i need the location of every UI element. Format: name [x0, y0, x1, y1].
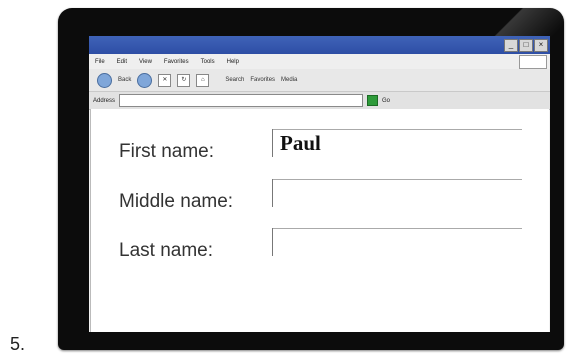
middle-name-field[interactable]	[272, 179, 522, 207]
back-arrow-icon[interactable]	[97, 72, 112, 88]
browser-window: _ □ × File Edit View Favorites Tools Hel…	[89, 36, 550, 332]
first-name-label: First name:	[119, 141, 215, 162]
address-input[interactable]	[119, 94, 364, 107]
last-name-field[interactable]	[272, 228, 522, 256]
first-name-value: Paul	[280, 131, 321, 155]
go-arrow-icon[interactable]	[367, 95, 379, 106]
go-button[interactable]: Go	[382, 98, 390, 104]
menu-help[interactable]: Help	[227, 59, 239, 65]
toolbar: Back ✕ ↻ ⌂ Search Favorites Media	[89, 69, 550, 92]
address-label: Address	[93, 97, 116, 104]
address-bar: Address Go	[89, 92, 550, 110]
menu-tools[interactable]: Tools	[201, 59, 215, 65]
last-name-label: Last name:	[119, 240, 213, 261]
page-content: First name: Paul Middle name: Last name:	[90, 109, 549, 332]
close-button[interactable]: ×	[534, 39, 548, 52]
favorites-button[interactable]: Favorites	[250, 77, 275, 83]
minimize-button[interactable]: _	[504, 39, 518, 52]
first-name-field[interactable]: Paul	[272, 129, 522, 157]
menu-bar: File Edit View Favorites Tools Help	[89, 54, 550, 69]
menu-file[interactable]: File	[95, 59, 105, 65]
refresh-icon[interactable]: ↻	[177, 73, 191, 87]
media-button[interactable]: Media	[281, 77, 297, 83]
back-button-label[interactable]: Back	[118, 77, 131, 83]
forward-arrow-icon[interactable]	[137, 72, 153, 88]
title-bar: _ □ ×	[89, 36, 550, 54]
menu-edit[interactable]: Edit	[117, 59, 127, 65]
menu-favorites[interactable]: Favorites	[164, 59, 189, 65]
home-icon[interactable]: ⌂	[196, 73, 210, 87]
stop-icon[interactable]: ✕	[158, 73, 172, 87]
middle-name-label: Middle name:	[119, 191, 234, 212]
menu-view[interactable]: View	[139, 59, 152, 65]
question-number: 5.	[10, 334, 26, 354]
maximize-button[interactable]: □	[519, 39, 533, 52]
window-controls: _ □ ×	[504, 39, 548, 52]
search-button[interactable]: Search	[225, 77, 244, 83]
browser-logo	[519, 55, 547, 69]
